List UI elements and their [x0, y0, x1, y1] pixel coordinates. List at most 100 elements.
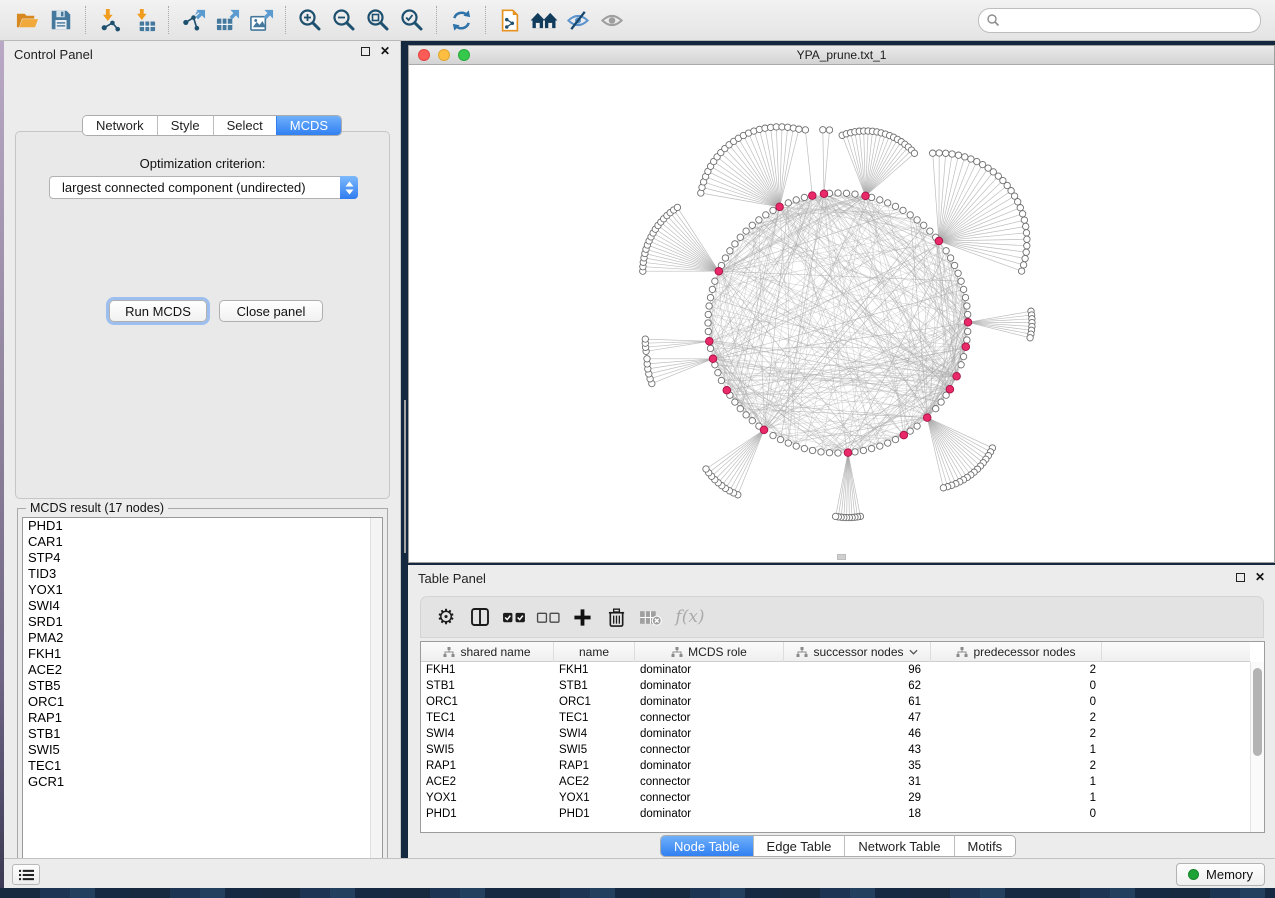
table-cell[interactable]: connector	[635, 792, 784, 804]
export-image-icon[interactable]	[244, 5, 278, 35]
mcds-result-list[interactable]: PHD1CAR1STP4TID3YOX1SWI4SRD1PMA2FKH1ACE2…	[22, 517, 383, 876]
gear-icon[interactable]: ⚙	[431, 602, 461, 632]
table-cell[interactable]: connector	[635, 776, 784, 788]
table-cell[interactable]: dominator	[635, 680, 784, 692]
table-cell[interactable]: connector	[635, 744, 784, 756]
table-cell[interactable]: 0	[931, 696, 1102, 708]
export-network-icon[interactable]	[176, 5, 210, 35]
table-cell[interactable]: YOX1	[421, 792, 554, 804]
table-cell[interactable]: STB1	[421, 680, 554, 692]
columns-icon[interactable]	[465, 602, 495, 632]
column-header-predecessor-nodes[interactable]: predecessor nodes	[931, 642, 1102, 662]
mcds-result-item[interactable]: STB1	[23, 726, 382, 742]
clone-network-icon[interactable]	[493, 5, 527, 35]
tab-motifs[interactable]: Motifs	[954, 836, 1016, 856]
hide-selected-eye-slash-icon[interactable]	[561, 5, 595, 35]
mcds-result-item[interactable]: FKH1	[23, 646, 382, 662]
delete-column-icon[interactable]	[601, 602, 631, 632]
table-cell[interactable]: 2	[931, 760, 1102, 772]
table-cell[interactable]: ORC1	[554, 696, 635, 708]
table-cell[interactable]: dominator	[635, 728, 784, 740]
mcds-result-item[interactable]: ACE2	[23, 662, 382, 678]
close-panel-button[interactable]: Close panel	[219, 300, 323, 322]
mcds-result-item[interactable]: STP4	[23, 550, 382, 566]
table-cell[interactable]: 2	[931, 664, 1102, 676]
table-cell[interactable]: ACE2	[421, 776, 554, 788]
float-panel-icon[interactable]	[1236, 573, 1245, 582]
tab-network[interactable]: Network	[83, 116, 157, 135]
network-hscroll-thumb[interactable]	[837, 554, 846, 560]
table-cell[interactable]: SWI4	[421, 728, 554, 740]
refresh-icon[interactable]	[444, 5, 478, 35]
close-panel-icon[interactable]: ✕	[380, 47, 390, 56]
mcds-list-scrollbar[interactable]	[370, 518, 382, 875]
run-mcds-button[interactable]: Run MCDS	[109, 300, 207, 322]
table-scrollbar[interactable]	[1250, 662, 1264, 832]
table-cell[interactable]: 62	[784, 680, 931, 692]
table-cell[interactable]: PHD1	[421, 808, 554, 820]
table-cell[interactable]: dominator	[635, 808, 784, 820]
mcds-result-item[interactable]: STB5	[23, 678, 382, 694]
column-header-name[interactable]: name	[554, 642, 635, 662]
mcds-result-item[interactable]: TEC1	[23, 758, 382, 774]
close-panel-icon[interactable]: ✕	[1255, 573, 1265, 582]
table-cell[interactable]: SWI5	[421, 744, 554, 756]
table-cell[interactable]: 0	[931, 808, 1102, 820]
import-network-icon[interactable]	[93, 5, 127, 35]
table-row[interactable]: ORC1ORC1dominator610	[421, 694, 1250, 710]
add-column-icon[interactable]	[567, 602, 597, 632]
show-checked-columns-icon[interactable]	[499, 602, 529, 632]
column-header-successor-nodes[interactable]: successor nodes	[784, 642, 931, 662]
tab-network-table[interactable]: Network Table	[844, 836, 953, 856]
show-all-eye-icon[interactable]	[595, 5, 629, 35]
table-scrollbar-thumb[interactable]	[1253, 668, 1262, 756]
network-window-titlebar[interactable]: YPA_prune.txt_1	[409, 46, 1274, 65]
mcds-result-item[interactable]: CAR1	[23, 534, 382, 550]
open-file-icon[interactable]	[10, 5, 44, 35]
mcds-result-item[interactable]: PHD1	[23, 518, 382, 534]
table-row[interactable]: RAP1RAP1dominator352	[421, 758, 1250, 774]
mcds-result-item[interactable]: SRD1	[23, 614, 382, 630]
table-cell[interactable]: 96	[784, 664, 931, 676]
houses-icon[interactable]	[527, 5, 561, 35]
table-row[interactable]: SWI5SWI5connector431	[421, 742, 1250, 758]
memory-button[interactable]: Memory	[1176, 863, 1265, 886]
table-cell[interactable]: YOX1	[554, 792, 635, 804]
table-cell[interactable]: 0	[931, 680, 1102, 692]
table-cell[interactable]: 18	[784, 808, 931, 820]
table-cell[interactable]: 35	[784, 760, 931, 772]
save-session-icon[interactable]	[44, 5, 78, 35]
table-row[interactable]: YOX1YOX1connector291	[421, 790, 1250, 806]
fit-selected-icon[interactable]	[395, 5, 429, 35]
import-table-icon[interactable]	[127, 5, 161, 35]
mcds-result-item[interactable]: YOX1	[23, 582, 382, 598]
table-cell[interactable]: connector	[635, 712, 784, 724]
table-cell[interactable]: FKH1	[554, 664, 635, 676]
float-panel-icon[interactable]	[361, 47, 370, 56]
mcds-result-item[interactable]: SWI5	[23, 742, 382, 758]
mcds-result-item[interactable]: RAP1	[23, 710, 382, 726]
table-cell[interactable]: dominator	[635, 760, 784, 772]
tab-select[interactable]: Select	[213, 116, 276, 135]
table-cell[interactable]: 29	[784, 792, 931, 804]
hide-columns-icon[interactable]	[533, 602, 563, 632]
table-cell[interactable]: dominator	[635, 696, 784, 708]
table-cell[interactable]: ORC1	[421, 696, 554, 708]
table-cell[interactable]: FKH1	[421, 664, 554, 676]
column-header-shared-name[interactable]: shared name	[421, 642, 554, 662]
network-canvas[interactable]	[409, 65, 1274, 562]
table-cell[interactable]: dominator	[635, 664, 784, 676]
table-cell[interactable]: 1	[931, 776, 1102, 788]
panel-divider-handle[interactable]	[404, 400, 406, 553]
table-row[interactable]: TEC1TEC1connector472	[421, 710, 1250, 726]
table-row[interactable]: PHD1PHD1dominator180	[421, 806, 1250, 822]
export-table-icon[interactable]	[210, 5, 244, 35]
tab-edge-table[interactable]: Edge Table	[753, 836, 845, 856]
table-cell[interactable]: RAP1	[421, 760, 554, 772]
table-cell[interactable]: TEC1	[554, 712, 635, 724]
table-cell[interactable]: STB1	[554, 680, 635, 692]
table-cell[interactable]: 2	[931, 712, 1102, 724]
table-cell[interactable]: 61	[784, 696, 931, 708]
table-cell[interactable]: SWI4	[554, 728, 635, 740]
task-history-button[interactable]	[12, 864, 40, 885]
